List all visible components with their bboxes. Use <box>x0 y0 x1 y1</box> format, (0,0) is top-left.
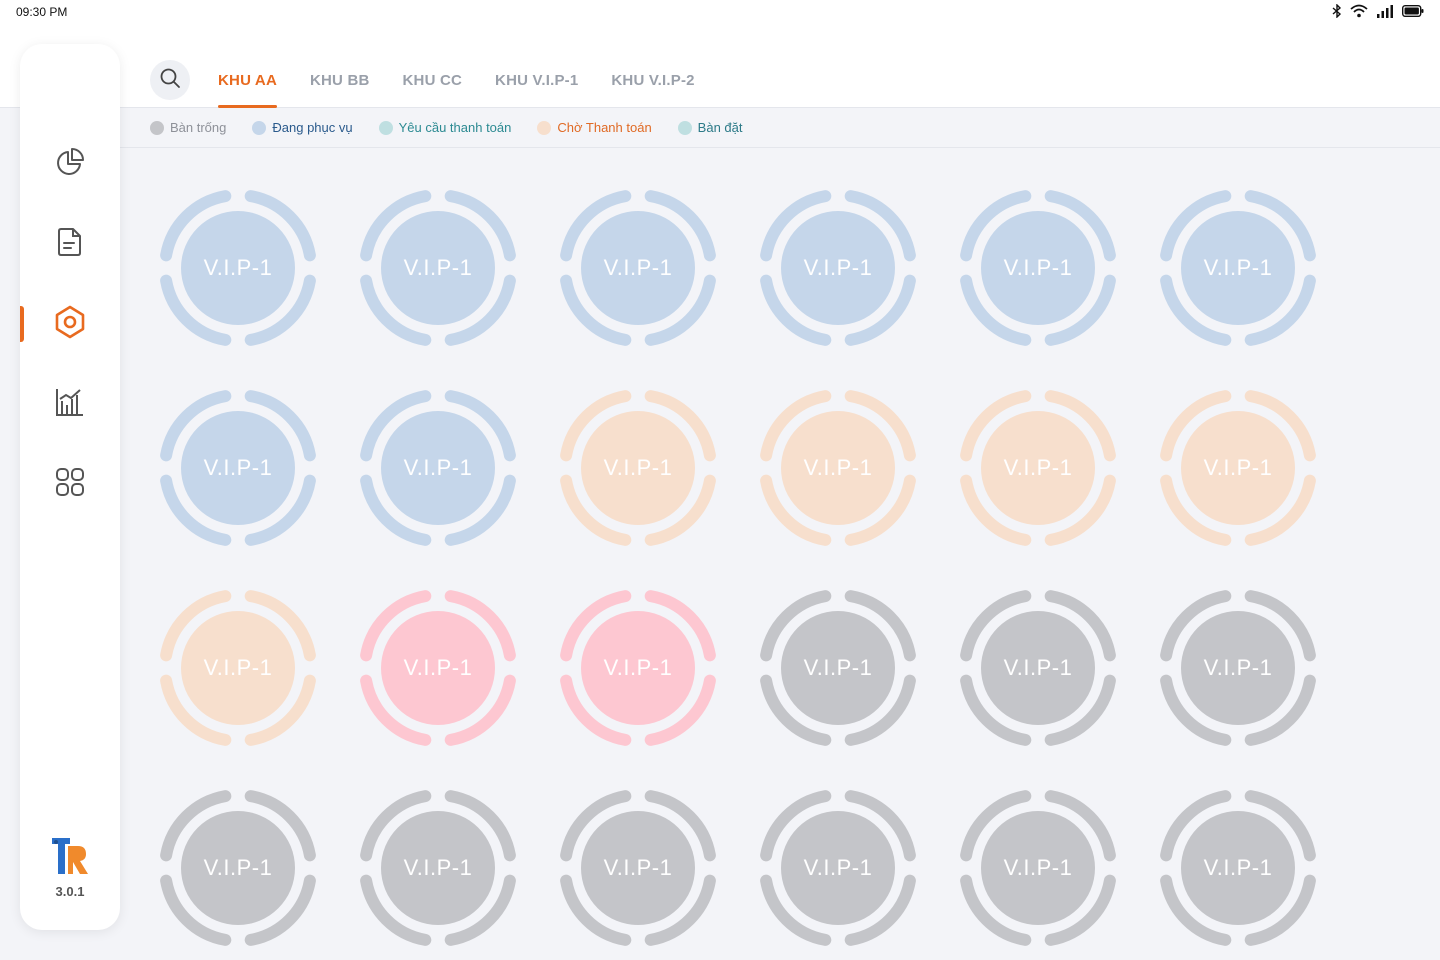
legend-label: Bàn trống <box>170 120 227 135</box>
table-item[interactable]: V.I.P-1 <box>558 388 718 548</box>
table-label: V.I.P-1 <box>803 455 873 480</box>
status-legend: Bàn trống Đang phục vụ Yêu cầu thanh toá… <box>120 108 1440 148</box>
sidebar-item-dashboard[interactable] <box>20 134 120 194</box>
bar-chart-icon <box>55 387 85 422</box>
table-label: V.I.P-1 <box>203 655 273 680</box>
table-item[interactable]: V.I.P-1 <box>558 788 718 948</box>
app-version: 3.0.1 <box>55 884 85 899</box>
table-label: V.I.P-1 <box>203 255 273 280</box>
area-tab-bar: KHU AA KHU BB KHU CC KHU V.I.P-1 KHU V.I… <box>0 26 1440 108</box>
sidebar-item-menu[interactable] <box>20 454 120 514</box>
document-icon <box>56 227 84 262</box>
table-item[interactable]: V.I.P-1 <box>358 388 518 548</box>
legend-label: Bàn đặt <box>697 120 743 135</box>
table-label: V.I.P-1 <box>1203 455 1273 480</box>
table-label: V.I.P-1 <box>403 455 473 480</box>
table-item[interactable]: V.I.P-1 <box>158 588 318 748</box>
table-item[interactable]: V.I.P-1 <box>1158 388 1318 548</box>
tab-khu-bb[interactable]: KHU BB <box>310 72 370 108</box>
table-label: V.I.P-1 <box>403 255 473 280</box>
status-icons <box>1332 4 1424 18</box>
tab-khu-aa[interactable]: KHU AA <box>218 72 277 108</box>
legend-label: Chờ Thanh toán <box>557 120 652 135</box>
table-item[interactable]: V.I.P-1 <box>958 588 1118 748</box>
table-label: V.I.P-1 <box>603 255 673 280</box>
legend-label: Yêu cầu thanh toán <box>398 120 512 135</box>
table-label: V.I.P-1 <box>1003 455 1073 480</box>
sidebar-item-orders[interactable] <box>20 214 120 274</box>
battery-icon <box>1402 5 1424 17</box>
table-label: V.I.P-1 <box>203 455 273 480</box>
table-item[interactable]: V.I.P-1 <box>358 788 518 948</box>
legend-dot <box>252 120 267 135</box>
sidebar-item-tables[interactable] <box>20 294 120 354</box>
table-item[interactable]: V.I.P-1 <box>558 588 718 748</box>
table-item[interactable]: V.I.P-1 <box>958 388 1118 548</box>
table-label: V.I.P-1 <box>1003 655 1073 680</box>
legend-item-empty: Bàn trống <box>150 120 226 135</box>
table-item[interactable]: V.I.P-1 <box>758 388 918 548</box>
table-label: V.I.P-1 <box>403 855 473 880</box>
grid-icon <box>55 467 85 502</box>
table-label: V.I.P-1 <box>603 855 673 880</box>
bluetooth-icon <box>1332 4 1342 18</box>
table-label: V.I.P-1 <box>1003 855 1073 880</box>
table-item[interactable]: V.I.P-1 <box>158 388 318 548</box>
table-label: V.I.P-1 <box>1203 255 1273 280</box>
legend-item-serving: Đang phục vụ <box>252 120 353 135</box>
table-item[interactable]: V.I.P-1 <box>1158 588 1318 748</box>
table-label: V.I.P-1 <box>1003 255 1073 280</box>
table-item[interactable]: V.I.P-1 <box>1158 788 1318 948</box>
table-item[interactable]: V.I.P-1 <box>758 788 918 948</box>
table-label: V.I.P-1 <box>203 855 273 880</box>
table-item[interactable]: V.I.P-1 <box>358 188 518 348</box>
table-item[interactable]: V.I.P-1 <box>558 188 718 348</box>
app-logo-icon <box>50 834 90 878</box>
tab-khu-vip-1[interactable]: KHU V.I.P-1 <box>495 72 578 108</box>
wifi-icon <box>1350 4 1368 18</box>
tab-khu-vip-2[interactable]: KHU V.I.P-2 <box>611 72 694 108</box>
status-time: 09:30 PM <box>16 5 68 19</box>
legend-dot <box>378 120 393 135</box>
table-item[interactable]: V.I.P-1 <box>358 588 518 748</box>
tab-khu-cc[interactable]: KHU CC <box>403 72 463 108</box>
table-item[interactable]: V.I.P-1 <box>758 588 918 748</box>
legend-item-payment-request: Yêu cầu thanh toán <box>378 120 512 135</box>
legend-item-waiting-payment: Chờ Thanh toán <box>537 120 652 135</box>
search-button[interactable] <box>150 60 190 100</box>
signal-icon <box>1376 4 1394 18</box>
table-label: V.I.P-1 <box>803 655 873 680</box>
legend-dot <box>150 120 164 135</box>
table-label: V.I.P-1 <box>1203 655 1273 680</box>
location-pin-icon <box>52 304 88 345</box>
legend-dot <box>677 120 692 135</box>
status-bar: 09:30 PM <box>0 0 1440 26</box>
sidebar: 3.0.1 <box>20 44 120 930</box>
table-label: V.I.P-1 <box>603 455 673 480</box>
legend-label: Đang phục vụ <box>272 120 353 135</box>
table-item[interactable]: V.I.P-1 <box>158 788 318 948</box>
pie-chart-icon <box>55 147 85 182</box>
table-item[interactable]: V.I.P-1 <box>1158 188 1318 348</box>
table-label: V.I.P-1 <box>603 655 673 680</box>
legend-dot <box>537 120 552 135</box>
table-item[interactable]: V.I.P-1 <box>158 188 318 348</box>
table-item[interactable]: V.I.P-1 <box>958 188 1118 348</box>
table-label: V.I.P-1 <box>803 855 873 880</box>
table-label: V.I.P-1 <box>803 255 873 280</box>
table-label: V.I.P-1 <box>403 655 473 680</box>
table-label: V.I.P-1 <box>1203 855 1273 880</box>
sidebar-item-reports[interactable] <box>20 374 120 434</box>
search-icon <box>159 67 181 94</box>
table-item[interactable]: V.I.P-1 <box>758 188 918 348</box>
table-item[interactable]: V.I.P-1 <box>958 788 1118 948</box>
legend-item-reserved: Bàn đặt <box>677 120 743 135</box>
area-tabs: KHU AA KHU BB KHU CC KHU V.I.P-1 KHU V.I… <box>218 72 728 108</box>
